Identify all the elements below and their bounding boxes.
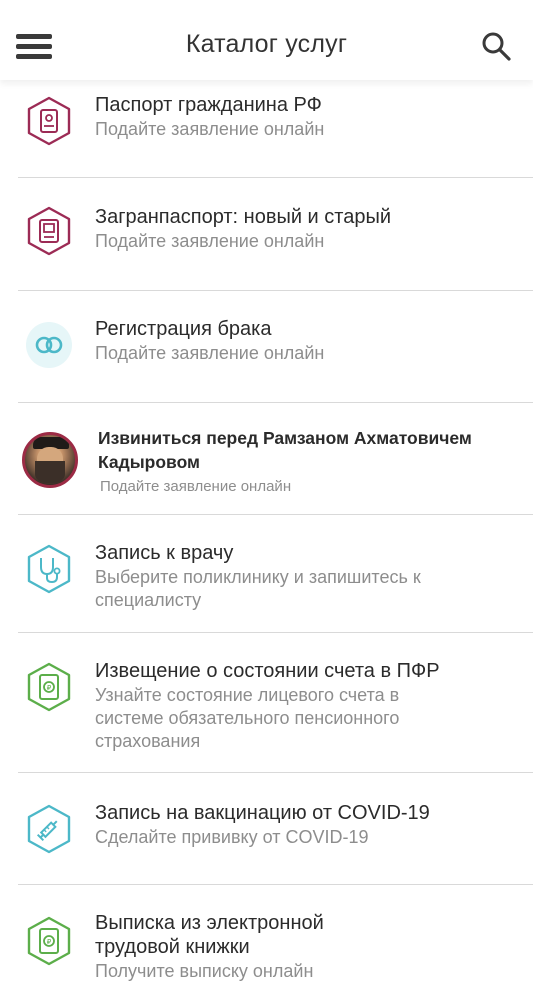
stethoscope-icon [27, 544, 71, 594]
item-title: Запись на вакцинацию от COVID-19 [95, 802, 430, 824]
rings-icon [26, 322, 72, 368]
item-subtitle-line-3: страхования [95, 731, 201, 751]
list-item-marriage-registration[interactable]: Регистрация брака Подайте заявление онла… [0, 290, 533, 402]
item-title: Загранпаспорт: новый и старый [95, 206, 392, 228]
item-subtitle: Подайте заявление онлайн [95, 343, 325, 363]
item-title: Запись к врачу [95, 542, 234, 564]
item-title-line-2: трудовой книжки [95, 936, 250, 958]
list-item-passport-rf[interactable]: Паспорт гражданина РФ Подайте заявление … [0, 80, 533, 178]
list-item-apology[interactable]: Извиниться перед Рамзаном Ахматовичем Ка… [0, 402, 533, 514]
search-icon[interactable] [480, 30, 512, 62]
item-subtitle: Сделайте прививку от COVID-19 [95, 827, 369, 847]
employment-book-icon: ₽ [27, 916, 71, 966]
list-item-doctor-appointment[interactable]: Запись к врачу Выберите поликлинику и за… [0, 514, 533, 632]
item-title-line-2: Кадыровом [98, 452, 200, 472]
person-photo-avatar [22, 432, 78, 488]
item-subtitle-line-1: Узнайте состояние лицевого счета в [95, 685, 400, 705]
item-subtitle: Подайте заявление онлайн [100, 478, 292, 495]
svg-text:₽: ₽ [47, 938, 52, 946]
foreign-passport-icon [27, 206, 71, 256]
item-title: Паспорт гражданина РФ [95, 94, 322, 116]
item-subtitle-line-2: специалисту [95, 590, 202, 610]
list-item-foreign-passport[interactable]: Загранпаспорт: новый и старый Подайте за… [0, 178, 533, 290]
item-title-line-1: Выписка из электронной [95, 912, 324, 934]
item-subtitle-line-2: системе обязательного пенсионного [95, 708, 400, 728]
top-app-bar: Каталог услуг [0, 0, 533, 80]
syringe-icon [27, 804, 71, 854]
list-item-employment-book[interactable]: ₽ Выписка из электронной трудовой книжки… [0, 884, 533, 1000]
page-title: Каталог услуг [185, 30, 348, 58]
item-title-line-1: Извиниться перед Рамзаном Ахматовичем [98, 428, 472, 448]
item-subtitle: Подайте заявление онлайн [95, 119, 325, 139]
list-item-pfr-account[interactable]: ₽ Извещение о состоянии счета в ПФР Узна… [0, 632, 533, 772]
item-subtitle: Получите выписку онлайн [95, 961, 314, 981]
item-title: Регистрация брака [95, 318, 272, 340]
item-subtitle: Подайте заявление онлайн [95, 231, 325, 251]
list-item-covid-vaccination[interactable]: Запись на вакцинацию от COVID-19 Сделайт… [0, 772, 533, 884]
pension-document-icon: ₽ [27, 662, 71, 712]
item-title: Извещение о состоянии счета в ПФР [95, 660, 440, 682]
item-subtitle-line-1: Выберите поликлинику и запишитесь к [95, 567, 421, 587]
passport-icon [27, 96, 71, 146]
svg-text:₽: ₽ [47, 684, 52, 692]
